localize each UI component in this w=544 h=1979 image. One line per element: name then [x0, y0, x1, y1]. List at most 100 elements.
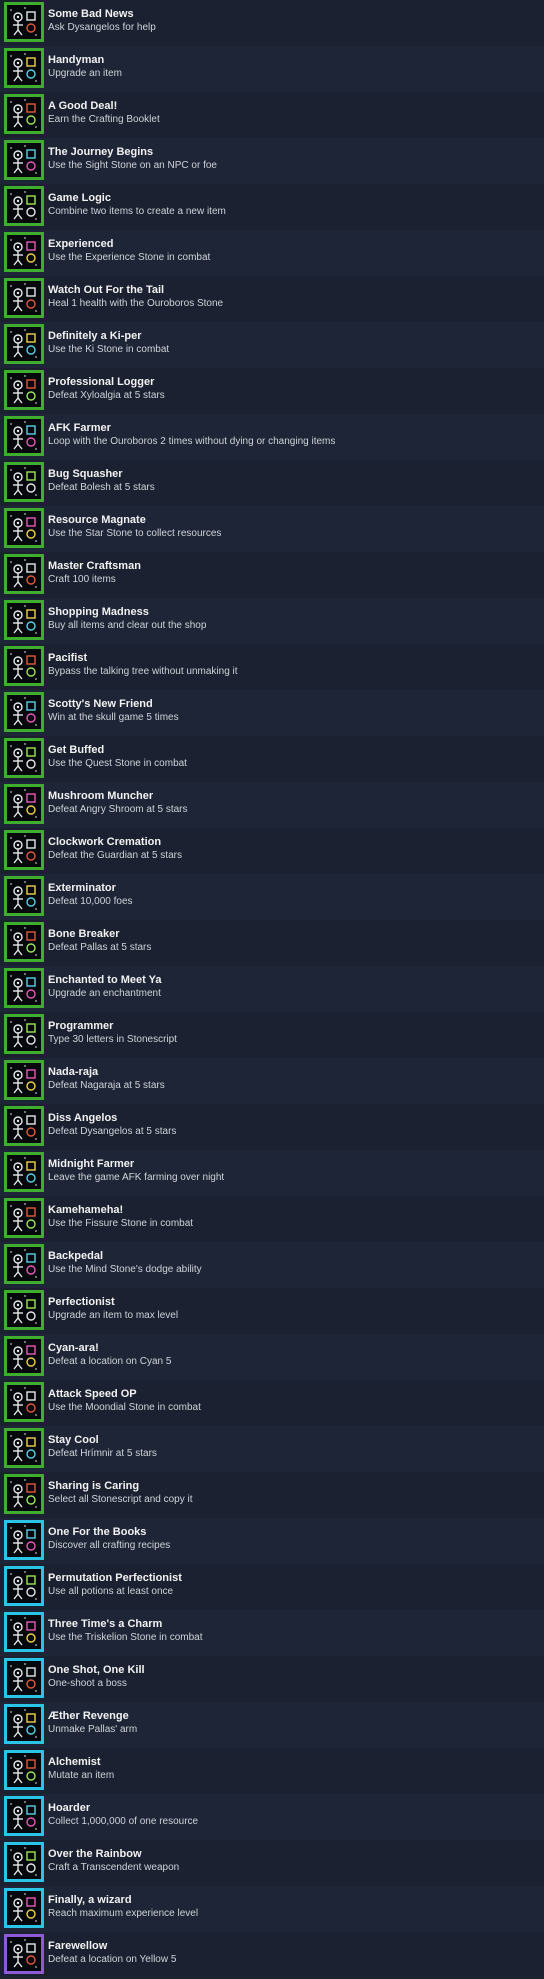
achievement-title: Enchanted to Meet Ya	[48, 974, 162, 986]
achievement-text: Game Logic Combine two items to create a …	[48, 184, 226, 230]
achievement-row[interactable]: Nada-raja Defeat Nagaraja at 5 stars	[0, 1058, 544, 1104]
achievement-title: Backpedal	[48, 1250, 104, 1262]
sword-icon	[4, 1290, 44, 1330]
night-icon	[4, 1152, 44, 1192]
achievement-row[interactable]: Kamehameha! Use the Fissure Stone in comb…	[0, 1196, 544, 1242]
achievement-text: Perfectionist Upgrade an item to max leve…	[48, 1288, 178, 1334]
achievement-description: One-shoot a boss	[48, 1678, 127, 1689]
achievement-title: Watch Out For the Tail	[48, 284, 165, 296]
nagaraja-icon	[4, 1060, 44, 1100]
achievement-title: Æther Revenge	[48, 1710, 129, 1722]
achievement-row[interactable]: Resource Magnate Use the Star Stone to co…	[0, 506, 544, 552]
achievement-row[interactable]: Finally, a wizard Reach maximum experienc…	[0, 1886, 544, 1932]
anvil-icon	[4, 554, 44, 594]
shop-icon	[4, 600, 44, 640]
achievement-text: Watch Out For the Tail Heal 1 health with…	[48, 276, 223, 322]
achievement-row[interactable]: Stay Cool Defeat Hrímnir at 5 stars	[0, 1426, 544, 1472]
achievement-row[interactable]: Midnight Farmer Leave the game AFK farmin…	[0, 1150, 544, 1196]
achievement-row[interactable]: Perfectionist Upgrade an item to max leve…	[0, 1288, 544, 1334]
achievement-text: Æther Revenge Unmake Pallas' arm	[48, 1702, 137, 1748]
achievement-row[interactable]: Scotty's New Friend Win at the skull game…	[0, 690, 544, 736]
achievement-title: Permutation Perfectionist	[48, 1572, 182, 1584]
achievement-row[interactable]: One For the Books Discover all crafting r…	[0, 1518, 544, 1564]
achievement-text: Hoarder Collect 1,000,000 of one resource	[48, 1794, 198, 1840]
achievement-text: Attack Speed OP Use the Moondial Stone in…	[48, 1380, 201, 1426]
achievement-title: AFK Farmer	[48, 422, 111, 434]
achievement-row[interactable]: Handyman Upgrade an item	[0, 46, 544, 92]
achievement-title: Sharing is Caring	[48, 1480, 140, 1492]
achievement-row[interactable]: Enchanted to Meet Ya Upgrade an enchantme…	[0, 966, 544, 1012]
achievement-row[interactable]: Backpedal Use the Mind Stone's dodge abil…	[0, 1242, 544, 1288]
achievement-description: Ask Dysangelos for help	[48, 22, 156, 33]
achievement-row[interactable]: Æther Revenge Unmake Pallas' arm	[0, 1702, 544, 1748]
achievement-row[interactable]: Over the Rainbow Craft a Transcendent wea…	[0, 1840, 544, 1886]
achievement-row[interactable]: Hoarder Collect 1,000,000 of one resource	[0, 1794, 544, 1840]
achievement-row[interactable]: Cyan-ara! Defeat a location on Cyan 5	[0, 1334, 544, 1380]
achievement-row[interactable]: AFK Farmer Loop with the Ouroboros 2 time…	[0, 414, 544, 460]
boat-icon	[4, 1934, 44, 1974]
achievement-row[interactable]: Farewellow Defeat a location on Yellow 5	[0, 1932, 544, 1978]
achievement-row[interactable]: One Shot, One Kill One-shoot a boss	[0, 1656, 544, 1702]
achievement-text: Kamehameha! Use the Fissure Stone in comb…	[48, 1196, 193, 1242]
achievement-title: Finally, a wizard	[48, 1894, 132, 1906]
speed-icon	[4, 1382, 44, 1422]
achievement-row[interactable]: Experienced Use the Experience Stone in c…	[0, 230, 544, 276]
achievement-description: Use the Quest Stone in combat	[48, 758, 187, 769]
achievement-text: Alchemist Mutate an item	[48, 1748, 114, 1794]
achievement-description: Defeat Xyloalgia at 5 stars	[48, 390, 165, 401]
achievement-row[interactable]: Alchemist Mutate an item	[0, 1748, 544, 1794]
achievement-title: Definitely a Ki-per	[48, 330, 142, 342]
achievement-row[interactable]: Professional Logger Defeat Xyloalgia at 5…	[0, 368, 544, 414]
buff-icon	[4, 738, 44, 778]
achievement-text: Nada-raja Defeat Nagaraja at 5 stars	[48, 1058, 165, 1104]
achievement-row[interactable]: Bug Squasher Defeat Bolesh at 5 stars	[0, 460, 544, 506]
achievement-row[interactable]: Pacifist Bypass the talking tree without …	[0, 644, 544, 690]
achievement-row[interactable]: Mushroom Muncher Defeat Angry Shroom at 5…	[0, 782, 544, 828]
triskelion-icon	[4, 1612, 44, 1652]
achievement-description: Buy all items and clear out the shop	[48, 620, 207, 631]
achievement-row[interactable]: Clockwork Cremation Defeat the Guardian a…	[0, 828, 544, 874]
achievement-description: Defeat Dysangelos at 5 stars	[48, 1126, 177, 1137]
achievement-text: Enchanted to Meet Ya Upgrade an enchantme…	[48, 966, 162, 1012]
bone-icon	[4, 922, 44, 962]
achievement-row[interactable]: Diss Angelos Defeat Dysangelos at 5 stars	[0, 1104, 544, 1150]
achievement-row[interactable]: Shopping Madness Buy all items and clear …	[0, 598, 544, 644]
achievement-row[interactable]: Attack Speed OP Use the Moondial Stone in…	[0, 1380, 544, 1426]
achievement-row[interactable]: Master Craftsman Craft 100 items	[0, 552, 544, 598]
achievement-row[interactable]: Bone Breaker Defeat Pallas at 5 stars	[0, 920, 544, 966]
achievement-title: Farewellow	[48, 1940, 108, 1952]
achievement-title: Programmer	[48, 1020, 114, 1032]
achievement-text: Clockwork Cremation Defeat the Guardian a…	[48, 828, 182, 874]
achievement-row[interactable]: Get Buffed Use the Quest Stone in combat	[0, 736, 544, 782]
achievement-title: Nada-raja	[48, 1066, 99, 1078]
achievement-text: Stay Cool Defeat Hrímnir at 5 stars	[48, 1426, 157, 1472]
achievement-row[interactable]: Programmer Type 30 letters in Stonescript	[0, 1012, 544, 1058]
achievement-description: Defeat Pallas at 5 stars	[48, 942, 152, 953]
achievement-text: Master Craftsman Craft 100 items	[48, 552, 141, 598]
achievement-row[interactable]: Some Bad News Ask Dysangelos for help	[0, 0, 544, 46]
achievement-description: Unmake Pallas' arm	[48, 1724, 138, 1735]
achievement-row[interactable]: Game Logic Combine two items to create a …	[0, 184, 544, 230]
achievement-title: Attack Speed OP	[48, 1388, 137, 1400]
logger-icon	[4, 370, 44, 410]
achievement-row[interactable]: Watch Out For the Tail Heal 1 health with…	[0, 276, 544, 322]
achievement-title: Resource Magnate	[48, 514, 146, 526]
achievement-row[interactable]: Three Time's a Charm Use the Triskelion S…	[0, 1610, 544, 1656]
achievement-row[interactable]: A Good Deal! Earn the Crafting Booklet	[0, 92, 544, 138]
enchant-icon	[4, 968, 44, 1008]
achievement-description: Win at the skull game 5 times	[48, 712, 179, 723]
achievement-row[interactable]: Permutation Perfectionist Use all potions…	[0, 1564, 544, 1610]
moon-icon	[4, 1750, 44, 1790]
achievement-row[interactable]: Exterminator Defeat 10,000 foes	[0, 874, 544, 920]
achievement-row[interactable]: Sharing is Caring Select all Stonescript …	[0, 1472, 544, 1518]
achievement-row[interactable]: Definitely a Ki-per Use the Ki Stone in c…	[0, 322, 544, 368]
bad-news-icon	[4, 2, 44, 42]
code-icon	[4, 1014, 44, 1054]
achievement-title: Diss Angelos	[48, 1112, 118, 1124]
achievement-description: Use all potions at least once	[48, 1586, 174, 1597]
achievement-text: Resource Magnate Use the Star Stone to co…	[48, 506, 221, 552]
achievement-row[interactable]: The Journey Begins Use the Sight Stone on…	[0, 138, 544, 184]
achievement-title: Clockwork Cremation	[48, 836, 162, 848]
achievement-text: Definitely a Ki-per Use the Ki Stone in c…	[48, 322, 169, 368]
achievement-title: Bone Breaker	[48, 928, 120, 940]
